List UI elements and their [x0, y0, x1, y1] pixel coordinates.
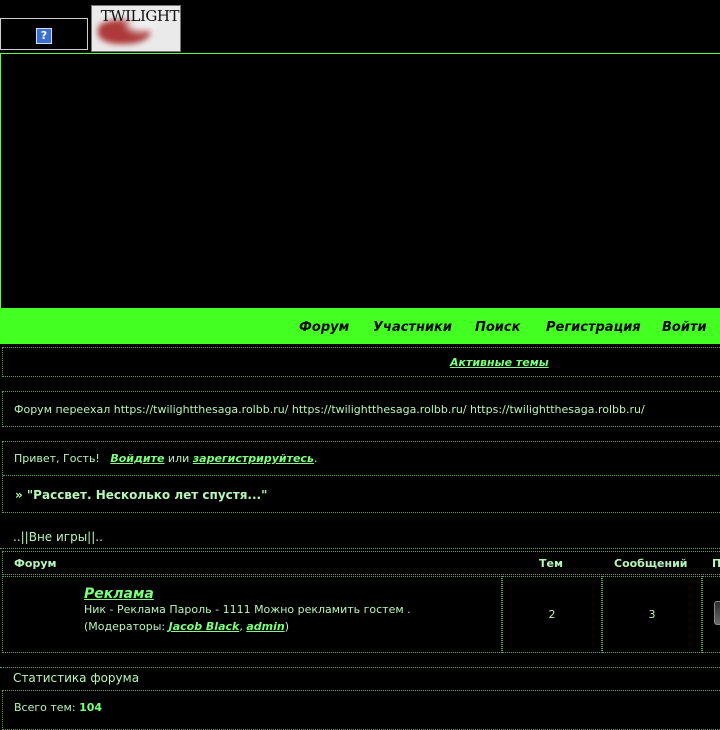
divider — [0, 548, 720, 549]
greeting-or: или — [167, 452, 190, 465]
help-icon[interactable]: ? — [36, 28, 52, 44]
forum-table-header: Форум Тем Сообщений П — [2, 551, 720, 575]
posts-count-cell: 3 — [602, 576, 702, 653]
category-title[interactable]: ..||Вне игры||.. — [13, 530, 103, 544]
moderators-separator: , — [239, 620, 243, 633]
moderators-suffix: ) — [284, 620, 290, 633]
topic-banner: » "Рассвет. Несколько лет спустя..." — [15, 488, 268, 502]
nav-members[interactable]: Участники — [373, 320, 452, 335]
last-post-avatar-icon[interactable] — [714, 601, 720, 625]
col-topics: Тем — [539, 557, 563, 570]
toolbar-box: ? — [0, 18, 88, 50]
stats-title: Статистика форума — [13, 671, 140, 685]
col-last-post: П — [712, 557, 720, 570]
nav-search[interactable]: Поиск — [475, 320, 520, 335]
greeting-line: Привет, Гость! Войдите или зарегистрируй… — [14, 452, 317, 465]
header-banner — [0, 53, 720, 308]
announcement-text: Форум переехал https://twilightthesaga.r… — [14, 403, 645, 416]
login-link[interactable]: Войдите — [110, 452, 164, 465]
col-posts: Сообщений — [614, 557, 688, 570]
nav-forum[interactable]: Форум — [299, 320, 349, 335]
forum-moderators: (Модераторы: Jacob Black, admin) — [84, 620, 289, 633]
greeting-prefix: Привет, Гость! — [14, 452, 100, 465]
moderators-prefix: (Модераторы: — [84, 620, 166, 633]
nav-login[interactable]: Войти — [662, 320, 707, 335]
forum-description: Ник - Реклама Пароль - 1111 Можно реклам… — [84, 603, 411, 616]
topics-count-cell: 2 — [502, 576, 602, 653]
greeting-suffix: . — [313, 452, 318, 465]
active-topics-bar: Активные темы — [2, 347, 720, 377]
topics-count: 2 — [548, 608, 556, 621]
moderator-link[interactable]: Jacob Black — [169, 620, 240, 633]
logo-text: TWILIGHT — [100, 7, 180, 25]
posts-count: 3 — [648, 608, 656, 621]
col-forum: Форум — [14, 557, 57, 570]
table-row: Реклама Ник - Реклама Пароль - 1111 Можн… — [2, 576, 720, 654]
stats-total-topics-value: 104 — [79, 701, 103, 714]
forum-name-link[interactable]: Реклама — [84, 586, 154, 602]
main-nav: Форум Участники Поиск Регистрация Войти — [0, 308, 720, 344]
moderator-link[interactable]: admin — [246, 620, 284, 633]
greeting-panel: Привет, Гость! Войдите или зарегистрируй… — [2, 441, 720, 513]
forum-info-cell: Реклама Ник - Реклама Пароль - 1111 Можн… — [2, 576, 502, 653]
divider — [3, 475, 720, 476]
stats-panel: Всего тем: 104 — [2, 690, 720, 730]
last-post-cell — [702, 576, 720, 653]
site-logo[interactable]: TWILIGHT — [91, 5, 181, 52]
announcement-panel: Форум переехал https://twilightthesaga.r… — [2, 391, 720, 427]
nav-register[interactable]: Регистрация — [546, 320, 641, 335]
divider — [0, 667, 720, 669]
stats-total-topics-label: Всего тем: — [14, 701, 76, 714]
stats-total-topics: Всего тем: 104 — [14, 701, 102, 714]
register-link[interactable]: зарегистрируйтесь — [193, 452, 314, 465]
active-topics-link[interactable]: Активные темы — [450, 356, 549, 369]
